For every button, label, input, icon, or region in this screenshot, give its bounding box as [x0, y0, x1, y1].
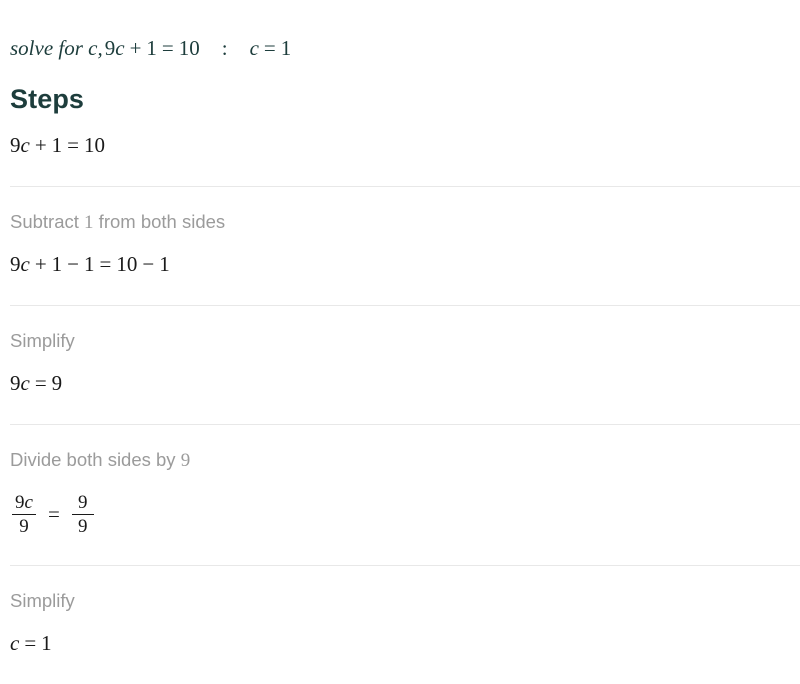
step-item: Simplify 9 c = 9: [0, 306, 800, 394]
solution-page: solve for c, 9c +1 = 10 : c = 1 Steps 9 c +1 = 10…: [0, 0, 800, 684]
step-math-fraction: 9c 9 = 9 9: [10, 470, 800, 538]
step-item: Subtract 1 from both sides 9 c +1−1 = 10−1: [0, 187, 800, 275]
step-label-text: Subtract: [10, 211, 85, 232]
step-item: Simplify c = 1: [0, 566, 800, 654]
step-label-text: Divide both sides by: [10, 448, 181, 470]
fraction-left: 9c 9: [12, 492, 36, 538]
step-label: Simplify: [10, 590, 75, 612]
fraction-denominator: 9: [19, 516, 29, 538]
page-title: Steps: [10, 84, 85, 114]
step-label: Divide both sides by 9: [10, 448, 191, 471]
step-math: 9 c +1 = 10: [10, 133, 106, 157]
query-answer: c = 1: [249, 36, 292, 60]
query-expression: 9c +1 = 10: [104, 36, 200, 60]
step-label-text: from both sides: [93, 211, 226, 232]
fraction-numerator: 9: [78, 491, 88, 513]
step-item: Divide both sides by 9 9c 9 = 9 9: [0, 425, 800, 538]
step-math: 9 c +1−1 = 10−1: [10, 252, 170, 276]
equals-operator: =: [47, 501, 60, 526]
fraction-right: 9 9: [71, 491, 94, 538]
step-label: Subtract 1 from both sides: [10, 211, 226, 233]
fraction-denominator: 9: [78, 516, 88, 538]
fraction-numerator: 9c: [15, 491, 33, 513]
step-item: 9 c +1 = 10: [0, 113, 800, 156]
step-math: 9 c = 9: [10, 370, 63, 395]
query-separator: :: [221, 36, 228, 60]
query-line: solve for c, 9c +1 = 10 : c = 1: [0, 0, 800, 59]
step-label: Simplify: [10, 330, 75, 351]
query-prompt: solve for c,: [10, 36, 103, 60]
step-math: c = 1: [10, 630, 52, 655]
